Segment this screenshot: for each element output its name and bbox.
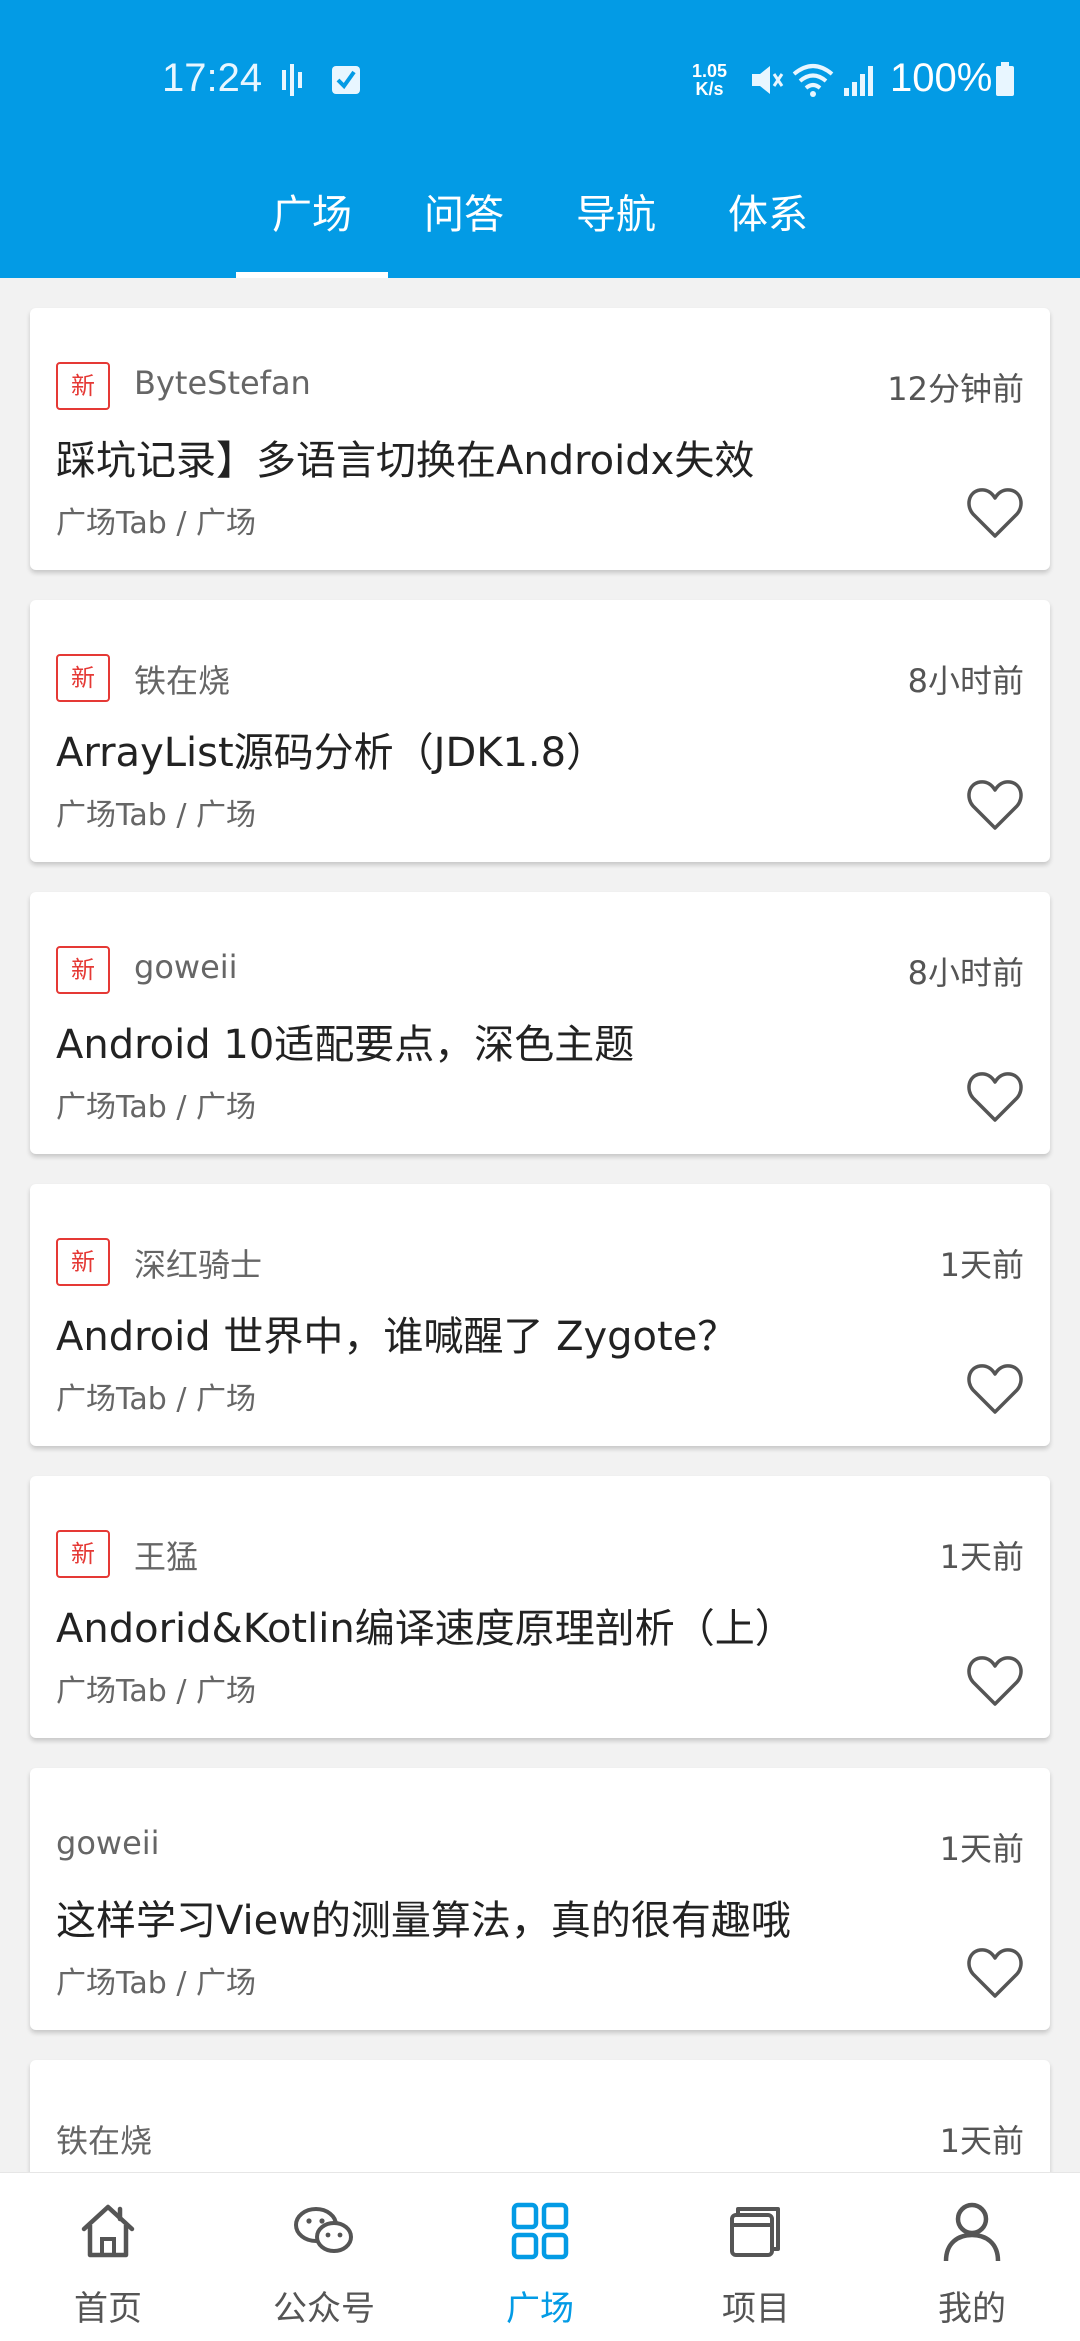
wifi-icon (792, 64, 834, 97)
nav-label: 广场 (506, 2289, 574, 2329)
article-category[interactable]: 广场Tab / 广场 (56, 1958, 256, 2002)
heart-icon[interactable] (966, 1654, 1024, 1708)
article-card[interactable]: 新 铁在烧 8小时前 ArrayList源码分析（JDK1.8） 广场Tab /… (30, 600, 1050, 862)
heart-icon[interactable] (966, 1946, 1024, 2000)
article-time: 8小时前 (907, 954, 1024, 992)
network-speed-value: 1.05 (692, 61, 728, 81)
heart-icon[interactable] (966, 1070, 1024, 1124)
nav-square[interactable]: 广场 (432, 2173, 648, 2341)
article-time: 8小时前 (907, 662, 1024, 700)
article-time: 1天前 (939, 2122, 1024, 2160)
wechat-icon (294, 2207, 353, 2253)
home-icon (81, 2204, 135, 2258)
article-author[interactable]: 深红骑士 (134, 1240, 262, 1286)
nav-home[interactable]: 首页 (0, 2173, 216, 2341)
tab-square[interactable]: 广场 (236, 182, 388, 278)
article-title[interactable]: Andorid&Kotlin编译速度原理剖析（上） (56, 1596, 795, 1654)
tab-qa[interactable]: 问答 (388, 182, 540, 278)
mute-icon (752, 66, 784, 94)
status-bar: 17:24 1.05 K/s 100% (0, 0, 1080, 160)
nav-projects[interactable]: 项目 (648, 2173, 864, 2341)
article-category[interactable]: 广场Tab / 广场 (56, 1374, 256, 1418)
article-category[interactable]: 广场Tab / 广场 (56, 498, 256, 542)
article-title[interactable]: 踩坑记录】多语言切换在Androidx失效 (56, 428, 754, 486)
profile-icon (943, 2202, 1001, 2262)
new-badge: 新 (56, 946, 110, 994)
article-card[interactable]: 新 goweii 8小时前 Android 10适配要点，深色主题 广场Tab … (30, 892, 1050, 1154)
task-check-icon (332, 66, 360, 94)
battery-percent: 100% (890, 56, 993, 100)
nav-label: 首页 (74, 2289, 142, 2329)
article-category[interactable]: 广场Tab / 广场 (56, 1082, 256, 1126)
article-category[interactable]: 广场Tab / 广场 (56, 790, 256, 834)
article-title[interactable]: Android 10适配要点，深色主题 (56, 1012, 634, 1070)
top-tabs: 广场 问答 导航 体系 (0, 170, 1080, 278)
article-author[interactable]: goweii (134, 948, 238, 986)
nav-label: 项目 (722, 2289, 790, 2329)
status-time: 17:24 (162, 56, 263, 100)
article-title[interactable]: 这样学习View的测量算法，真的很有趣哦 (56, 1888, 791, 1946)
article-author[interactable]: 铁在烧 (56, 2116, 152, 2162)
network-speed-unit: K/s (695, 79, 724, 99)
new-badge: 新 (56, 654, 110, 702)
bottom-navigation: 首页 公众号 广场 项目 我的 (0, 2172, 1080, 2341)
signal-icon (844, 66, 873, 96)
new-badge: 新 (56, 362, 110, 410)
heart-icon[interactable] (966, 1362, 1024, 1416)
app-header: 17:24 1.05 K/s 100% 广场 问答 导航 体系 (0, 0, 1080, 278)
article-card[interactable]: 新 深红骑士 1天前 Android 世界中，谁喊醒了 Zygote？ 广场Ta… (30, 1184, 1050, 1446)
article-time: 12分钟前 (887, 370, 1024, 408)
article-time: 1天前 (939, 1830, 1024, 1868)
battery-icon (996, 62, 1014, 96)
square-grid-icon (511, 2202, 569, 2260)
article-author[interactable]: goweii (56, 1824, 160, 1862)
heart-icon[interactable] (966, 778, 1024, 832)
article-author[interactable]: ByteStefan (134, 364, 311, 402)
nav-official-accounts[interactable]: 公众号 (216, 2173, 432, 2341)
new-badge: 新 (56, 1530, 110, 1578)
article-card[interactable]: 新 王猛 1天前 Andorid&Kotlin编译速度原理剖析（上） 广场Tab… (30, 1476, 1050, 1738)
new-badge: 新 (56, 1238, 110, 1286)
nav-label: 我的 (938, 2289, 1006, 2329)
heart-icon[interactable] (966, 486, 1024, 540)
article-card[interactable]: 铁在烧 1天前 (30, 2060, 1050, 2172)
article-card[interactable]: goweii 1天前 这样学习View的测量算法，真的很有趣哦 广场Tab / … (30, 1768, 1050, 2030)
project-icon (730, 2207, 780, 2257)
article-author[interactable]: 王猛 (134, 1532, 198, 1578)
tab-navigation[interactable]: 导航 (540, 182, 692, 278)
article-list[interactable]: 新 ByteStefan 12分钟前 踩坑记录】多语言切换在Androidx失效… (0, 278, 1080, 2172)
tab-system[interactable]: 体系 (692, 182, 844, 278)
article-time: 1天前 (939, 1246, 1024, 1284)
network-speed: 1.05 K/s (692, 62, 727, 98)
article-title[interactable]: Android 世界中，谁喊醒了 Zygote？ (56, 1304, 737, 1362)
nav-profile[interactable]: 我的 (864, 2173, 1080, 2341)
audio-notification-icon (282, 64, 302, 96)
nav-label: 公众号 (273, 2289, 375, 2329)
article-card[interactable]: 新 ByteStefan 12分钟前 踩坑记录】多语言切换在Androidx失效… (30, 308, 1050, 570)
article-category[interactable]: 广场Tab / 广场 (56, 1666, 256, 1710)
article-time: 1天前 (939, 1538, 1024, 1576)
article-author[interactable]: 铁在烧 (134, 656, 230, 702)
article-title[interactable]: ArrayList源码分析（JDK1.8） (56, 720, 606, 778)
